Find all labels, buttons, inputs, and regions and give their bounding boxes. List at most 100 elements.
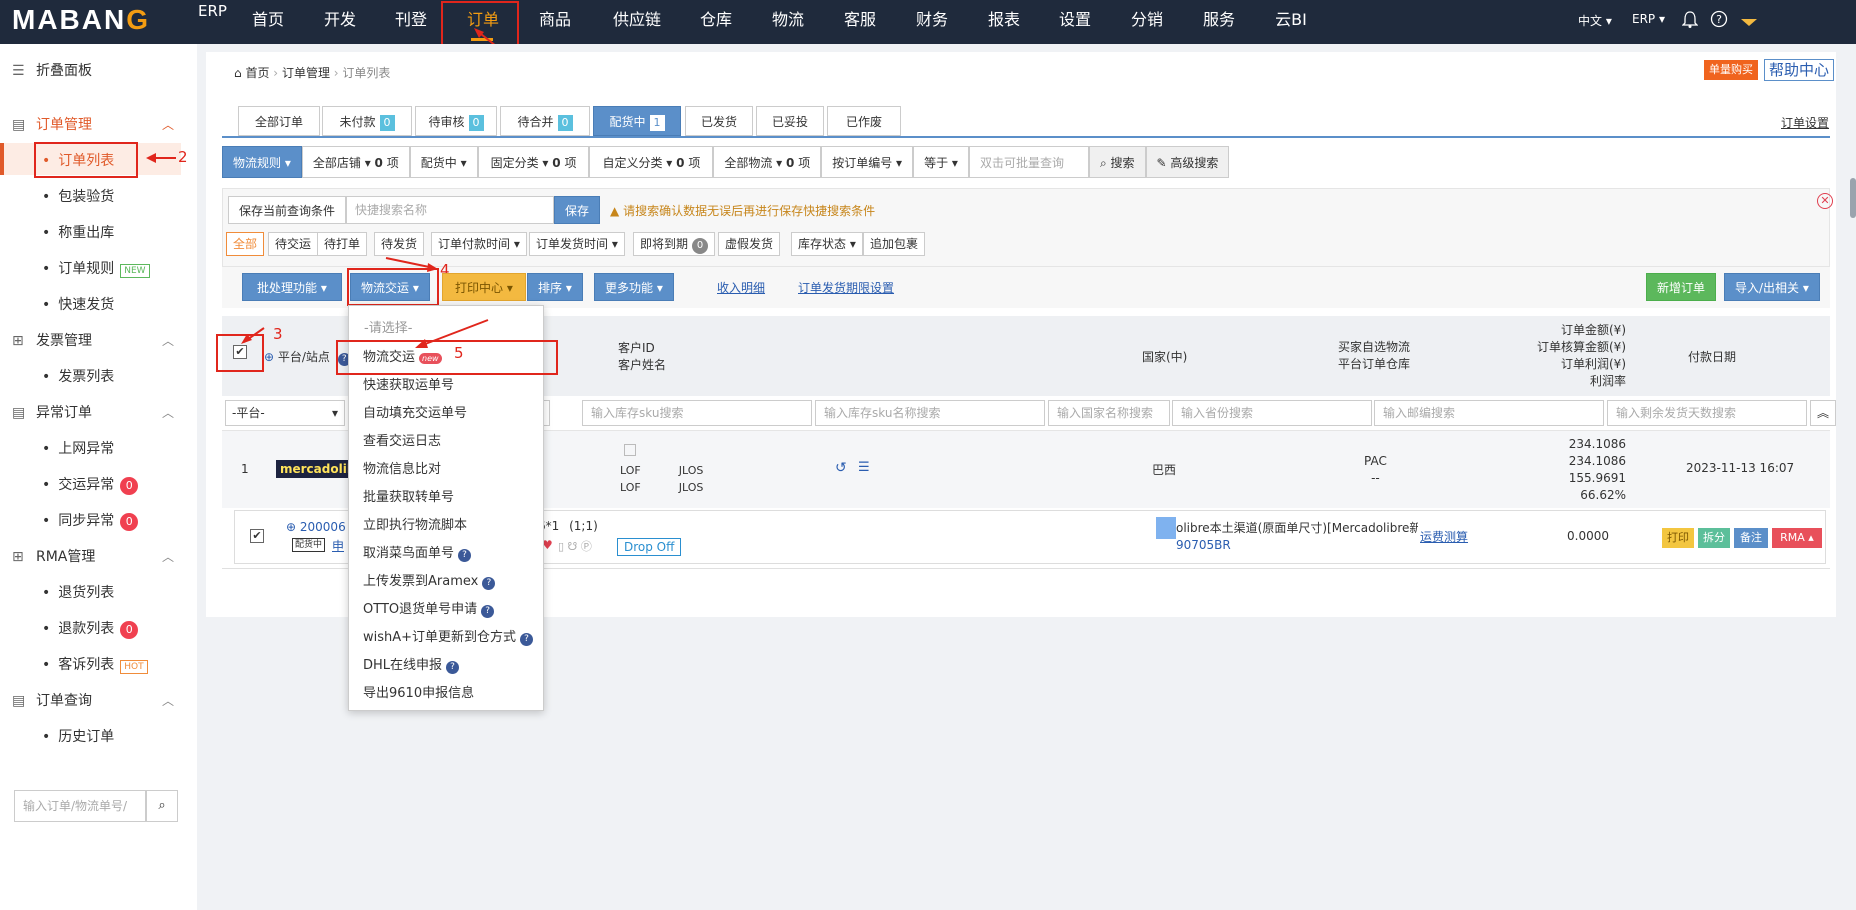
history-icon[interactable]: ↺ <box>835 460 847 476</box>
quick-filter-chip-9[interactable]: 追加包裹 <box>863 232 926 256</box>
help-icon[interactable]: ? <box>520 633 534 646</box>
dropdown-item-8[interactable]: 上传发票到Aramex? <box>363 570 496 590</box>
batch-functions-button[interactable]: 批处理功能 ▾ <box>242 273 342 301</box>
nav-item-2[interactable]: 刊登 <box>388 0 434 44</box>
dropdown-item-1[interactable]: 快速获取运单号 <box>363 374 454 393</box>
sidebar-item-sync-exception[interactable]: 同步异常0 <box>42 510 139 531</box>
print-button[interactable]: 打印 <box>1662 528 1694 548</box>
nav-item-1[interactable]: 开发 <box>317 0 363 44</box>
dropdown-item-4[interactable]: 物流信息比对 <box>363 458 441 477</box>
sidebar-group-exceptions[interactable]: ▤ 异常订单 <box>12 402 92 422</box>
dropdown-item-3[interactable]: 查看交运日志 <box>363 430 441 449</box>
note-button[interactable]: 备注 <box>1734 528 1768 548</box>
province-search-input[interactable]: 输入省份搜索 <box>1172 400 1372 426</box>
sidebar-item-invoice-list[interactable]: 发票列表 <box>42 366 114 386</box>
advanced-search-button[interactable]: ✎ 高级搜索 <box>1145 146 1230 178</box>
nav-item-13[interactable]: 服务 <box>1192 0 1246 44</box>
new-order-button[interactable]: 新增订单 <box>1646 273 1717 301</box>
nav-item-14[interactable]: 云BI <box>1265 0 1317 44</box>
dropdown-item-6[interactable]: 立即执行物流脚本 <box>363 514 467 533</box>
sidebar-item-order-rules[interactable]: 订单规则NEW <box>42 258 150 278</box>
chevron-up-icon[interactable]: ︿ <box>162 332 174 349</box>
help-icon[interactable]: ? <box>458 549 472 562</box>
search-button[interactable]: ⌕ 搜索 <box>1088 146 1146 178</box>
more-functions-button[interactable]: 更多功能 ▾ <box>594 273 674 301</box>
list-icon[interactable]: ☰ <box>858 460 870 475</box>
help-icon[interactable]: ? <box>482 577 496 590</box>
fixed-category-filter[interactable]: 固定分类 ▾ 0 项 <box>477 146 590 178</box>
nav-item-9[interactable]: 财务 <box>905 0 959 44</box>
country-search-input[interactable]: 输入国家名称搜索 <box>1048 400 1170 426</box>
language-select[interactable]: 中文 ▾ <box>1578 12 1612 29</box>
chevron-up-icon[interactable]: ︿ <box>162 404 174 421</box>
quick-filter-chip-5[interactable]: 订单发货时间 ▾ <box>529 232 625 256</box>
custom-category-filter[interactable]: 自定义分类 ▾ 0 项 <box>589 146 714 178</box>
sidebar-item-complaints[interactable]: 客诉列表HOT <box>42 654 148 674</box>
save-button[interactable]: 保存 <box>554 196 601 224</box>
nav-item-12[interactable]: 分销 <box>1120 0 1174 44</box>
erp-select[interactable]: ERP ▾ <box>1632 12 1665 26</box>
tab-7[interactable]: 已作废 <box>827 106 901 136</box>
collapse-up-icon[interactable]: ︽ <box>1810 400 1836 426</box>
dropdown-item-11[interactable]: DHL在线申报? <box>363 654 460 674</box>
sidebar-item-ship-exception[interactable]: 交运异常0 <box>42 474 139 495</box>
sku-name-search-input[interactable]: 输入库存sku名称搜索 <box>815 400 1045 426</box>
scrollbar[interactable] <box>1850 178 1856 218</box>
breadcrumb-orders[interactable]: 订单管理 <box>282 66 330 80</box>
print-center-button[interactable]: 打印中心 ▾ <box>442 273 526 301</box>
sidebar-item-refunds[interactable]: 退款列表0 <box>42 618 139 639</box>
dropdown-item-5[interactable]: 批量获取转单号 <box>363 486 454 505</box>
tab-2[interactable]: 待审核 0 <box>415 106 497 136</box>
help-center-button[interactable]: 帮助中心 <box>1764 59 1835 81</box>
search-icon[interactable]: ⌕ <box>146 790 178 822</box>
breadcrumb-home[interactable]: 首页 <box>245 66 269 80</box>
nav-item-11[interactable]: 设置 <box>1048 0 1102 44</box>
nav-item-0[interactable]: 首页 <box>245 0 291 44</box>
split-button[interactable]: 拆分 <box>1698 528 1730 548</box>
quick-filter-chip-2[interactable]: 待打单 <box>317 232 368 256</box>
dropdown-item-10[interactable]: wishA+订单更新到仓方式? <box>363 626 534 646</box>
tab-0[interactable]: 全部订单 <box>238 106 320 136</box>
all-shops-filter[interactable]: 全部店铺 ▾ 0 项 <box>301 146 410 178</box>
order-settings-link[interactable]: 订单设置 <box>1781 114 1829 131</box>
apply-link[interactable]: 申 <box>332 537 344 554</box>
all-logistics-filter[interactable]: 全部物流 ▾ 0 项 <box>713 146 822 178</box>
dropdown-item-12[interactable]: 导出9610申报信息 <box>363 682 474 701</box>
tracking-number[interactable]: 90705BR <box>1176 538 1231 552</box>
chevron-up-icon[interactable]: ︿ <box>162 692 174 709</box>
dropdown-item-2[interactable]: 自动填充交运单号 <box>363 402 467 421</box>
equals-select[interactable]: 等于 ▾ <box>913 146 969 178</box>
buy-volume-button[interactable]: 单量购买 <box>1704 60 1758 80</box>
batch-query-input[interactable]: 双击可批量查询 <box>968 146 1089 178</box>
rma-button[interactable]: RMA ▴ <box>1772 528 1822 548</box>
platform-select[interactable]: -平台- ▾ <box>225 400 345 426</box>
quick-filter-chip-3[interactable]: 待发货 <box>374 232 425 256</box>
dropdown-item-7[interactable]: 取消菜鸟面单号? <box>363 542 472 562</box>
tab-5[interactable]: 已发货 <box>685 106 753 136</box>
freight-calc-link[interactable]: 运费测算 <box>1420 528 1468 545</box>
chevron-up-icon[interactable]: ︿ <box>162 116 174 133</box>
help-icon[interactable]: ? <box>1710 10 1728 32</box>
sidebar-group-query[interactable]: ▤ 订单查询 <box>12 690 92 710</box>
status-filter[interactable]: 配货中 ▾ <box>409 146 478 178</box>
chevron-up-icon[interactable]: ︿ <box>162 548 174 565</box>
sku-search-input[interactable]: 输入库存sku搜索 <box>582 400 812 426</box>
nav-item-6[interactable]: 仓库 <box>689 0 743 44</box>
nav-item-8[interactable]: 客服 <box>833 0 887 44</box>
logo[interactable]: MABANG <box>12 4 150 36</box>
sidebar-item-weigh[interactable]: 称重出库 <box>42 222 114 242</box>
quick-filter-chip-0[interactable]: 全部 <box>226 232 265 256</box>
ship-deadline-link[interactable]: 订单发货期限设置 <box>798 279 894 296</box>
import-export-button[interactable]: 导入/出相关 ▾ <box>1724 273 1820 301</box>
zip-search-input[interactable]: 输入邮编搜索 <box>1374 400 1604 426</box>
sidebar-item-quick-ship[interactable]: 快速发货 <box>42 294 114 314</box>
sidebar-group-rma[interactable]: ⊞ RMA管理 <box>12 546 95 566</box>
user-avatar-icon[interactable] <box>1740 16 1758 26</box>
order-number-link[interactable]: ⊕ 200006 <box>286 520 346 534</box>
tab-1[interactable]: 未付款 0 <box>322 106 412 136</box>
logistics-rule-button[interactable]: 物流规则 ▾ <box>222 146 302 178</box>
collapse-panel[interactable]: ☰ 折叠面板 <box>12 60 92 80</box>
sidebar-group-orders[interactable]: ▤ 订单管理 <box>12 114 92 134</box>
income-detail-link[interactable]: 收入明细 <box>717 279 765 296</box>
row-checkbox[interactable]: ✔ <box>250 529 264 543</box>
